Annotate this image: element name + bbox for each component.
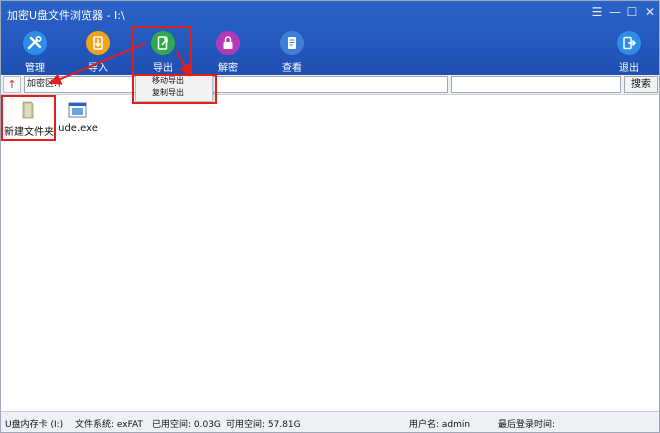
annotation-arrow-to-menu	[176, 50, 190, 77]
app-window: 加密U盘文件浏览器 - I:\ ☰ — ☐ ✕ 管理 导入 导出 解密 查看 退…	[0, 0, 660, 433]
annotation-arrows	[49, 42, 190, 85]
annotation-arrow-to-path	[49, 42, 147, 85]
